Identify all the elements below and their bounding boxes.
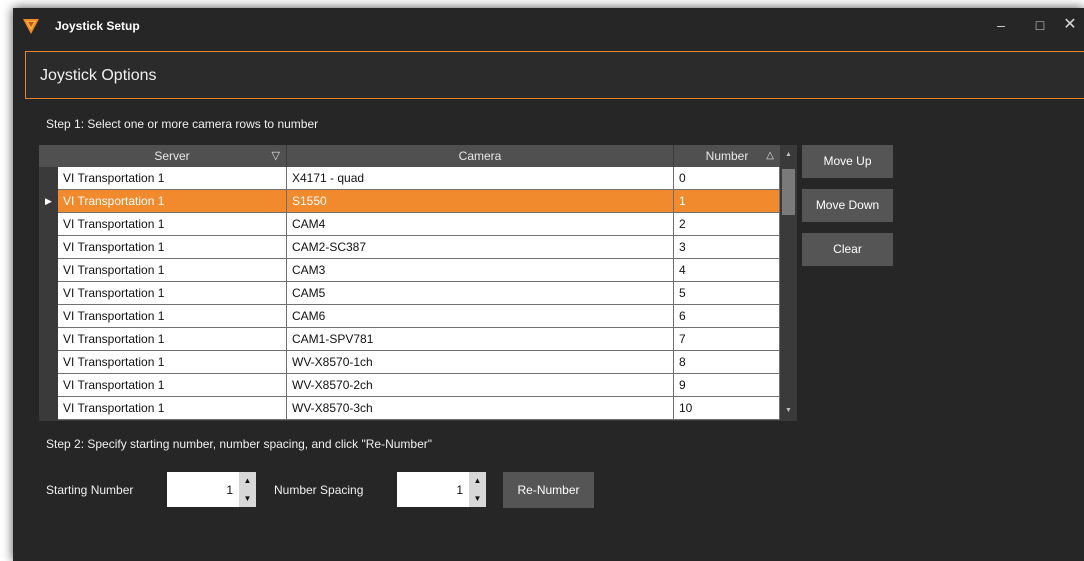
- row-selector[interactable]: [39, 259, 58, 282]
- starting-number-input[interactable]: [167, 472, 237, 507]
- column-header-number-label: Number: [705, 149, 749, 163]
- row-selector[interactable]: [39, 374, 58, 397]
- cell-camera[interactable]: CAM1-SPV781: [287, 328, 674, 351]
- cell-server[interactable]: VI Transportation 1: [58, 397, 287, 420]
- table-row[interactable]: VI Transportation 1 WV-X8570-1ch 8: [39, 351, 780, 374]
- starting-number-spinner[interactable]: ▲ ▼: [167, 472, 256, 507]
- table-row[interactable]: VI Transportation 1 CAM5 5: [39, 282, 780, 305]
- step2-instruction: Step 2: Specify starting number, number …: [46, 437, 433, 451]
- minimize-button[interactable]: –: [990, 14, 1012, 36]
- cell-number[interactable]: 10: [674, 397, 780, 420]
- cell-server[interactable]: VI Transportation 1: [58, 236, 287, 259]
- spin-down-arrow-icon[interactable]: ▼: [239, 490, 256, 507]
- cell-number[interactable]: 1: [674, 190, 780, 213]
- cell-server[interactable]: VI Transportation 1: [58, 374, 287, 397]
- cell-server[interactable]: VI Transportation 1: [58, 259, 287, 282]
- cell-number[interactable]: 0: [674, 167, 780, 190]
- cell-server[interactable]: VI Transportation 1: [58, 190, 287, 213]
- cell-number[interactable]: 4: [674, 259, 780, 282]
- table-row[interactable]: ▶ VI Transportation 1 S1550 1: [39, 190, 780, 213]
- column-header-server[interactable]: Server ▽: [58, 145, 287, 167]
- row-selector[interactable]: [39, 328, 58, 351]
- row-selector[interactable]: [39, 305, 58, 328]
- row-selector[interactable]: [39, 397, 58, 420]
- grid-rows: VI Transportation 1 X4171 - quad 0 ▶ VI Tran…: [39, 167, 780, 420]
- panel-title: Joystick Options: [40, 67, 157, 84]
- table-row[interactable]: VI Transportation 1 WV-X8570-2ch 9: [39, 374, 780, 397]
- cell-camera[interactable]: CAM4: [287, 213, 674, 236]
- spin-up-arrow-icon[interactable]: ▲: [239, 472, 256, 489]
- row-selector[interactable]: [39, 236, 58, 259]
- move-down-button[interactable]: Move Down: [802, 189, 893, 222]
- table-row[interactable]: VI Transportation 1 CAM2-SC387 3: [39, 236, 780, 259]
- table-row[interactable]: VI Transportation 1 WV-X8570-3ch 10: [39, 397, 780, 420]
- clear-button[interactable]: Clear: [802, 233, 893, 266]
- cell-server[interactable]: VI Transportation 1: [58, 213, 287, 236]
- row-selector[interactable]: [39, 282, 58, 305]
- cell-camera[interactable]: CAM5: [287, 282, 674, 305]
- close-button[interactable]: ✕: [1059, 14, 1081, 36]
- starting-number-spin-buttons[interactable]: ▲ ▼: [239, 472, 256, 507]
- title-bar: Joystick Setup – □ ✕: [13, 8, 1084, 44]
- number-spacing-input[interactable]: [397, 472, 467, 507]
- table-row[interactable]: VI Transportation 1 CAM4 2: [39, 213, 780, 236]
- renumber-button[interactable]: Re-Number: [503, 472, 594, 508]
- table-row[interactable]: VI Transportation 1 CAM6 6: [39, 305, 780, 328]
- number-spacing-label: Number Spacing: [274, 483, 364, 497]
- cell-camera[interactable]: WV-X8570-3ch: [287, 397, 674, 420]
- step1-instruction: Step 1: Select one or more camera rows t…: [46, 117, 319, 131]
- table-row[interactable]: VI Transportation 1 CAM1-SPV781 7: [39, 328, 780, 351]
- scroll-up-arrow-icon[interactable]: ▲: [780, 148, 797, 162]
- sort-ascending-icon: △: [766, 150, 774, 161]
- cell-camera[interactable]: CAM2-SC387: [287, 236, 674, 259]
- maximize-button[interactable]: □: [1029, 14, 1051, 36]
- cell-number[interactable]: 6: [674, 305, 780, 328]
- column-header-camera[interactable]: Camera: [287, 145, 674, 167]
- cell-camera[interactable]: X4171 - quad: [287, 167, 674, 190]
- row-selector[interactable]: ▶: [39, 190, 58, 213]
- cell-camera[interactable]: CAM3: [287, 259, 674, 282]
- cell-number[interactable]: 9: [674, 374, 780, 397]
- camera-grid: Server ▽ Camera Number △ VI Transportati…: [39, 145, 797, 421]
- cell-number[interactable]: 7: [674, 328, 780, 351]
- spin-up-arrow-icon[interactable]: ▲: [469, 472, 486, 489]
- row-selector[interactable]: [39, 167, 58, 190]
- scrollbar-thumb[interactable]: [782, 169, 795, 215]
- cell-number[interactable]: 5: [674, 282, 780, 305]
- vertical-scrollbar[interactable]: ▲ ▼: [780, 145, 797, 421]
- starting-number-label: Starting Number: [46, 483, 134, 497]
- scroll-down-arrow-icon[interactable]: ▼: [780, 404, 797, 418]
- cell-camera[interactable]: CAM6: [287, 305, 674, 328]
- table-row[interactable]: VI Transportation 1 X4171 - quad 0: [39, 167, 780, 190]
- cell-server[interactable]: VI Transportation 1: [58, 351, 287, 374]
- cell-number[interactable]: 8: [674, 351, 780, 374]
- row-selector[interactable]: [39, 351, 58, 374]
- move-up-button[interactable]: Move Up: [802, 145, 893, 178]
- cell-number[interactable]: 3: [674, 236, 780, 259]
- column-header-number[interactable]: Number △: [674, 145, 780, 167]
- app-logo-icon: [23, 19, 39, 34]
- spin-down-arrow-icon[interactable]: ▼: [469, 490, 486, 507]
- column-header-server-label: Server: [154, 149, 190, 163]
- current-row-arrow-icon: ▶: [45, 196, 52, 206]
- window-title: Joystick Setup: [55, 19, 140, 33]
- joystick-setup-window: Joystick Setup – □ ✕ Joystick Options St…: [13, 8, 1084, 561]
- filter-icon[interactable]: ▽: [272, 145, 280, 167]
- column-header-camera-label: Camera: [458, 149, 502, 163]
- table-row[interactable]: VI Transportation 1 CAM3 4: [39, 259, 780, 282]
- row-selector[interactable]: [39, 213, 58, 236]
- number-spacing-spin-buttons[interactable]: ▲ ▼: [469, 472, 486, 507]
- cell-server[interactable]: VI Transportation 1: [58, 305, 287, 328]
- cell-number[interactable]: 2: [674, 213, 780, 236]
- cell-camera[interactable]: S1550: [287, 190, 674, 213]
- cell-server[interactable]: VI Transportation 1: [58, 328, 287, 351]
- grid-header: Server ▽ Camera Number △: [39, 145, 780, 167]
- number-spacing-spinner[interactable]: ▲ ▼: [397, 472, 486, 507]
- cell-camera[interactable]: WV-X8570-1ch: [287, 351, 674, 374]
- cell-server[interactable]: VI Transportation 1: [58, 282, 287, 305]
- cell-server[interactable]: VI Transportation 1: [58, 167, 287, 190]
- options-panel-header: Joystick Options: [25, 51, 1084, 99]
- cell-camera[interactable]: WV-X8570-2ch: [287, 374, 674, 397]
